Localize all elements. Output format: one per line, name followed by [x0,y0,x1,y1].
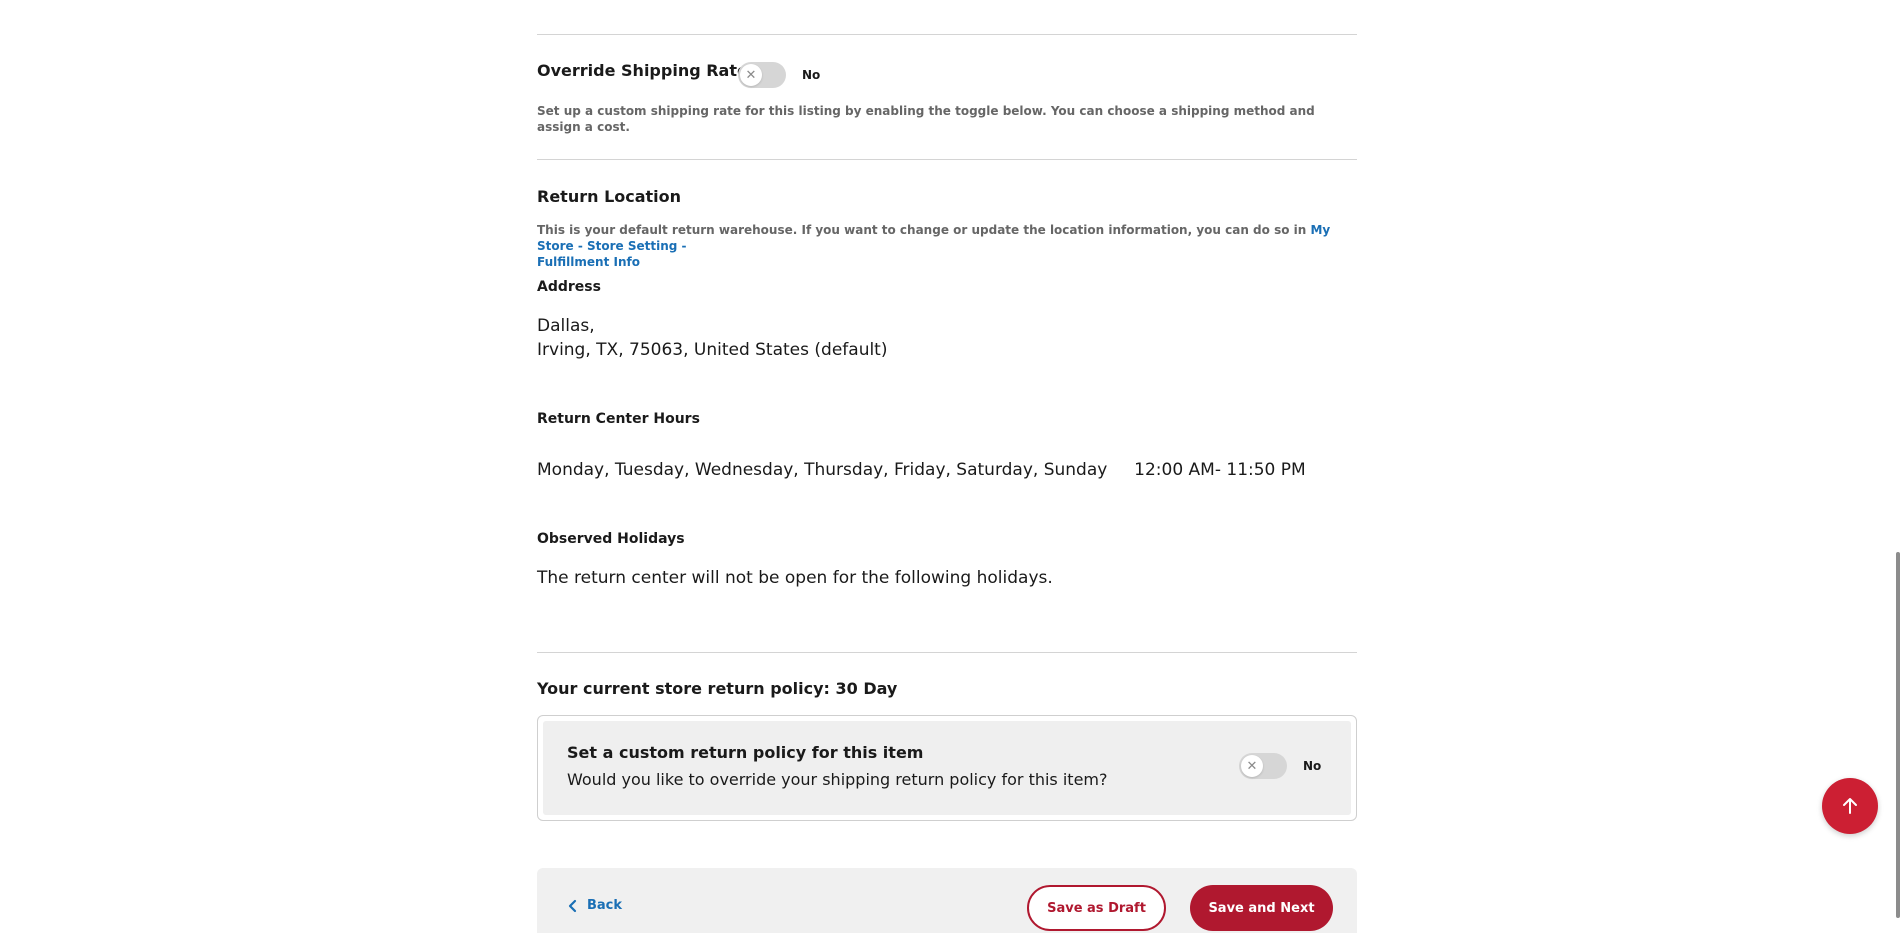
return-center-hours-value: Monday, Tuesday, Wednesday, Thursday, Fr… [537,458,1306,482]
override-shipping-toggle-group: ✕ No [738,62,820,88]
hours-time: 12:00 AM- 11:50 PM [1134,460,1306,480]
custom-return-policy-question: Would you like to override your shipping… [567,770,1108,789]
address-label: Address [537,279,601,295]
arrow-up-icon [1843,798,1857,814]
custom-return-policy-card: Set a custom return policy for this item… [537,715,1357,821]
page-scrollbar[interactable] [1896,552,1900,918]
chevron-left-icon [568,899,577,912]
address-line-2: Irving, TX, 75063, United States (defaul… [537,340,888,360]
address-value: Dallas, Irving, TX, 75063, United States… [537,314,887,362]
x-icon: ✕ [740,64,762,86]
save-as-draft-button[interactable]: Save as Draft [1027,885,1166,931]
custom-return-policy-toggle-group: ✕ No [1239,753,1321,779]
page: Override Shipping Rate ✕ No Set up a cus… [0,0,1904,933]
return-center-hours-label: Return Center Hours [537,411,700,427]
override-shipping-help: Set up a custom shipping rate for this l… [537,104,1315,134]
custom-return-policy-toggle[interactable]: ✕ [1239,753,1287,779]
section-divider [537,34,1357,35]
custom-return-policy-toggle-label: No [1303,759,1322,773]
scroll-to-top-button[interactable] [1822,778,1878,834]
save-and-next-button[interactable]: Save and Next [1190,885,1333,931]
address-line-1: Dallas, [537,316,595,336]
x-icon: ✕ [1241,755,1263,777]
section-divider [537,159,1357,160]
custom-return-policy-title: Set a custom return policy for this item [567,743,924,762]
back-button[interactable]: Back [567,898,622,913]
observed-holidays-label: Observed Holidays [537,531,685,547]
back-label: Back [587,898,623,913]
observed-holidays-text: The return center will not be open for t… [537,568,1053,588]
hours-days: Monday, Tuesday, Wednesday, Thursday, Fr… [537,460,1108,480]
override-shipping-toggle-label: No [802,68,821,82]
return-location-help-text: This is your default return warehouse. I… [537,223,1307,237]
return-location-help: This is your default return warehouse. I… [537,222,1357,270]
override-shipping-title: Override Shipping Rate [537,61,748,80]
footer-action-bar: Back Save as Draft Save and Next [537,868,1357,933]
override-shipping-toggle[interactable]: ✕ [738,62,786,88]
section-divider [537,652,1357,653]
current-return-policy: Your current store return policy: 30 Day [537,679,898,698]
return-location-title: Return Location [537,187,682,206]
custom-return-policy-inner: Set a custom return policy for this item… [543,721,1351,815]
